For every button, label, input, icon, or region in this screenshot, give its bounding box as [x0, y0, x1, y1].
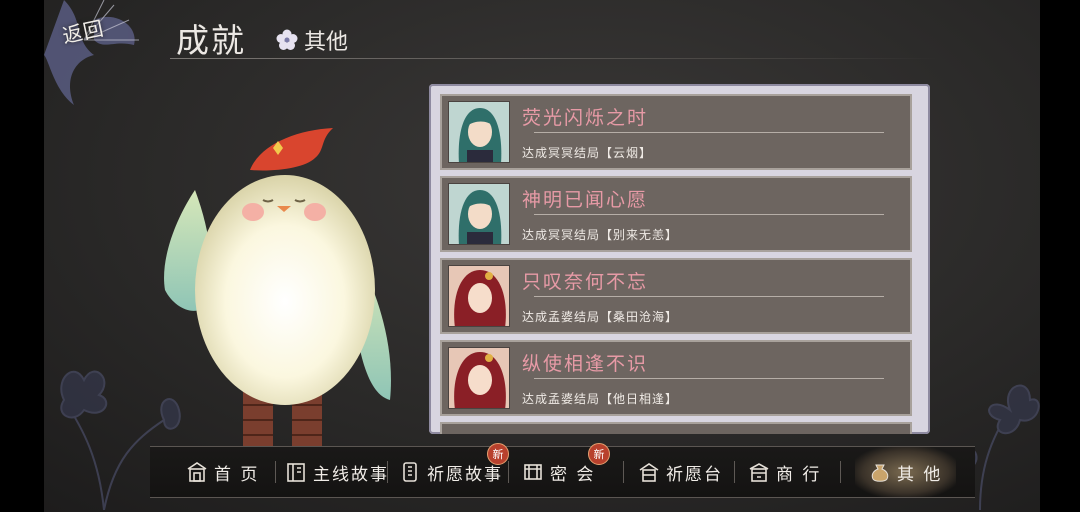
- achievement-description: 达成孟婆结局【他日相逢】: [522, 392, 679, 406]
- divider: [534, 296, 884, 297]
- nav-separator: [734, 461, 735, 483]
- subtitle-label: 其他: [304, 30, 349, 55]
- nav-shop[interactable]: 商 行: [748, 447, 821, 497]
- meeting-icon: [524, 464, 542, 480]
- nav-secret-meeting-label: 密 会: [550, 464, 596, 485]
- nav-other-label: 其 他: [897, 464, 943, 485]
- wish-card-icon: [403, 462, 417, 482]
- new-badge: 新: [588, 443, 610, 465]
- pouch-icon: [871, 464, 889, 482]
- achievement-description: 达成冥冥结局【别来无恙】: [522, 228, 679, 242]
- nav-home[interactable]: 首 页: [186, 447, 259, 497]
- nav-secret-meeting[interactable]: 密 会: [522, 447, 595, 497]
- category-subtitle: 其他: [276, 24, 348, 56]
- bottom-nav: 首 页 主线故事 祈愿故事 新 密 会 新 祈愿台 商 行 其 他: [150, 443, 975, 498]
- chick-mascot: [164, 128, 391, 450]
- achievement-description: 达成冥冥结局【云烟】: [522, 146, 653, 160]
- shop-icon: [749, 463, 769, 482]
- new-badge: 新: [487, 443, 509, 465]
- nav-other[interactable]: 其 他: [855, 447, 957, 497]
- nav-main-story[interactable]: 主线故事: [285, 447, 389, 497]
- achievement-title: 只叹奈何不忘: [522, 271, 649, 293]
- nav-separator: [275, 461, 276, 483]
- letterbox-left: [0, 0, 44, 512]
- achievement-description: 达成孟婆结局【桑田沧海】: [522, 310, 679, 324]
- nav-shop-label: 商 行: [776, 464, 822, 485]
- book-icon: [287, 463, 305, 482]
- character-portrait: [448, 265, 510, 327]
- nav-wish-altar-label: 祈愿台: [666, 464, 723, 485]
- achievement-card[interactable]: 只叹奈何不忘 达成孟婆结局【桑田沧海】: [440, 258, 912, 334]
- achievement-title: 荧光闪烁之时: [522, 107, 649, 129]
- achievement-card[interactable]: 荧光闪烁之时 达成冥冥结局【云烟】: [440, 94, 912, 170]
- divider: [534, 132, 884, 133]
- back-button[interactable]: 返回: [44, 0, 154, 110]
- achievement-screen: 返回 成就 其他 荧光闪烁之时 达成冥冥结局【云烟】 神明已闻心愿 达成冥冥结局…: [0, 0, 1080, 512]
- nav-separator: [623, 461, 624, 483]
- achievement-card[interactable]: 神明已闻心愿 达成冥冥结局【别来无恙】: [440, 176, 912, 252]
- home-gate-icon: [187, 462, 207, 482]
- character-portrait: [448, 347, 510, 409]
- character-portrait: [448, 183, 510, 245]
- divider: [534, 378, 884, 379]
- letterbox-right: [1040, 0, 1080, 512]
- character-portrait: [448, 101, 510, 163]
- altar-icon: [639, 463, 659, 482]
- nav-home-label: 首 页: [214, 464, 260, 485]
- nav-wish-altar[interactable]: 祈愿台: [638, 447, 723, 497]
- page-title: 成就: [176, 21, 246, 60]
- achievement-list[interactable]: 荧光闪烁之时 达成冥冥结局【云烟】 神明已闻心愿 达成冥冥结局【别来无恙】 只叹…: [429, 84, 930, 434]
- nav-separator: [508, 461, 509, 483]
- header-divider: [170, 58, 940, 59]
- achievement-card[interactable]: [440, 422, 912, 434]
- nav-separator: [840, 461, 841, 483]
- nav-main-story-label: 主线故事: [313, 464, 389, 485]
- divider: [534, 214, 884, 215]
- achievement-card[interactable]: 纵使相逢不识 达成孟婆结局【他日相逢】: [440, 340, 912, 416]
- flower-icon: [276, 29, 298, 50]
- achievement-title: 纵使相逢不识: [522, 353, 649, 375]
- achievement-title: 神明已闻心愿: [522, 189, 649, 211]
- nav-separator: [387, 461, 388, 483]
